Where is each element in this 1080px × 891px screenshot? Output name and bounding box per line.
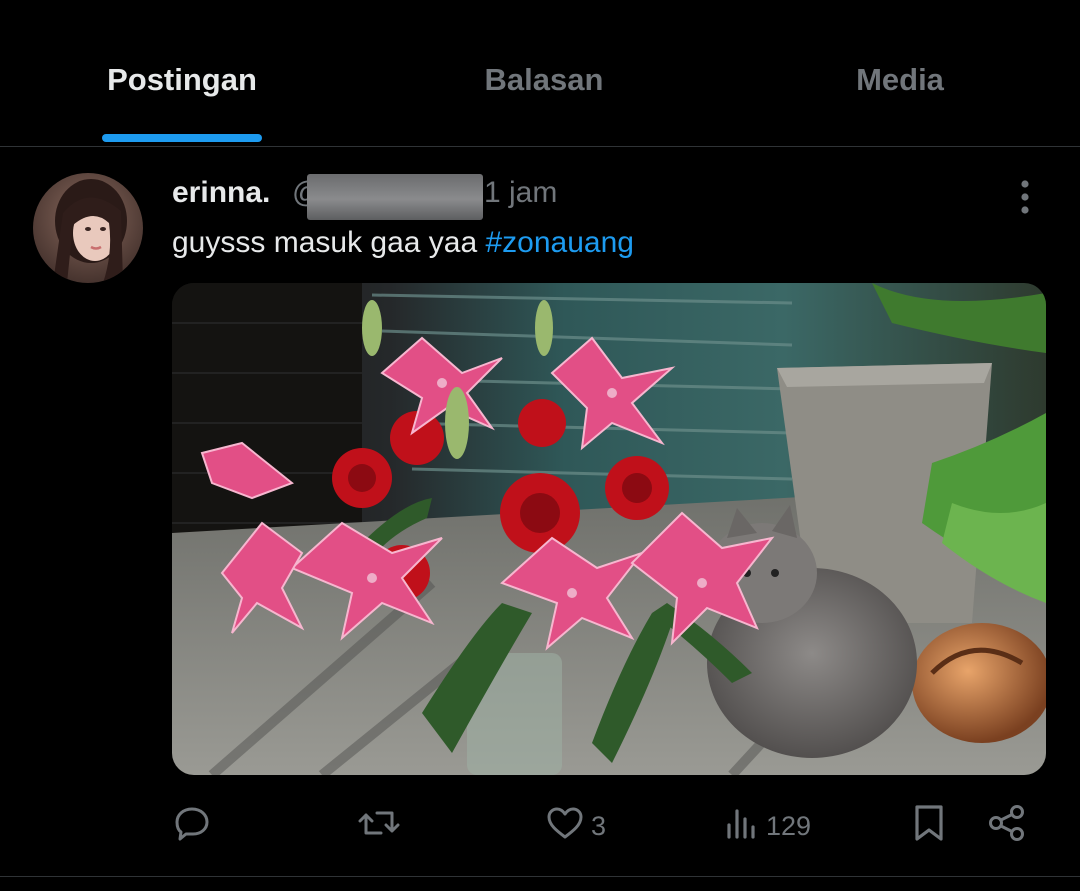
reply-icon	[172, 803, 212, 850]
post-actions: 3 129	[0, 798, 1080, 858]
tab-media[interactable]: Media	[820, 62, 980, 106]
post-time[interactable]: 1 jam	[484, 176, 557, 210]
hashtag-link[interactable]: #zonauang	[486, 226, 634, 259]
more-options-icon[interactable]	[1008, 178, 1042, 218]
like-button[interactable]: 3	[545, 804, 606, 848]
avatar[interactable]	[33, 173, 143, 283]
display-name[interactable]: erinna.	[172, 176, 270, 210]
repost-button[interactable]	[357, 804, 401, 848]
views-button[interactable]: 129	[724, 804, 811, 848]
tab-balasan[interactable]: Balasan	[464, 62, 624, 106]
post-text: guysss masuk gaa yaa #zonauang	[172, 226, 634, 260]
tab-postingan[interactable]: Postingan	[102, 62, 262, 106]
share-icon	[986, 803, 1028, 850]
bookmark-icon	[910, 803, 948, 850]
like-count: 3	[591, 810, 607, 841]
repost-icon	[357, 803, 401, 850]
views-count: 129	[766, 810, 812, 841]
share-button[interactable]	[986, 804, 1028, 848]
active-tab-indicator	[102, 134, 262, 142]
divider	[0, 876, 1080, 877]
redacted-handle	[307, 174, 483, 220]
reply-button[interactable]	[172, 804, 212, 848]
views-icon	[724, 803, 760, 850]
post-image[interactable]	[172, 283, 1046, 775]
post-text-main: guysss masuk gaa yaa	[172, 226, 486, 259]
heart-icon	[545, 803, 585, 850]
bookmark-button[interactable]	[910, 804, 948, 848]
profile-tabs: Postingan Balasan Media	[0, 0, 1080, 147]
